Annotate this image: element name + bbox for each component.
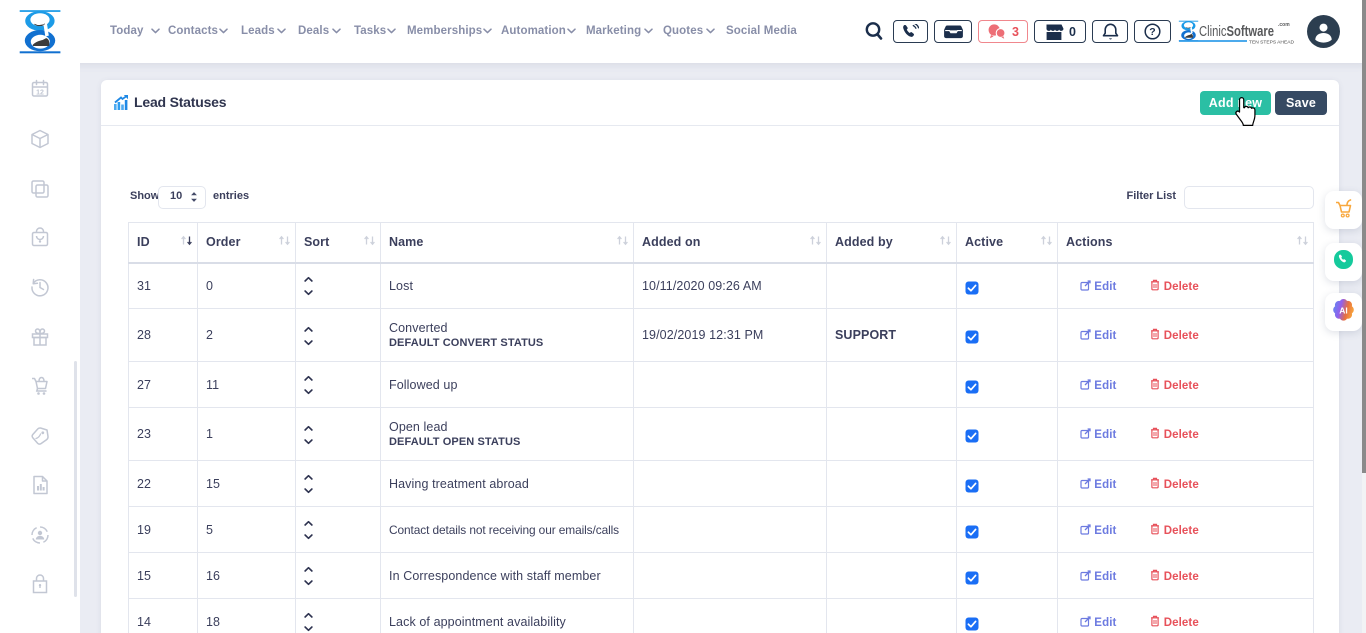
svg-text:TEN STEPS AHEAD: TEN STEPS AHEAD bbox=[1249, 40, 1294, 45]
svg-text:ClinicSoftware: ClinicSoftware bbox=[1199, 24, 1274, 40]
svg-text:12: 12 bbox=[36, 90, 44, 97]
svg-text:AI: AI bbox=[1339, 305, 1348, 315]
svg-text:?: ? bbox=[1149, 26, 1155, 38]
svg-text:.com: .com bbox=[1278, 22, 1290, 28]
